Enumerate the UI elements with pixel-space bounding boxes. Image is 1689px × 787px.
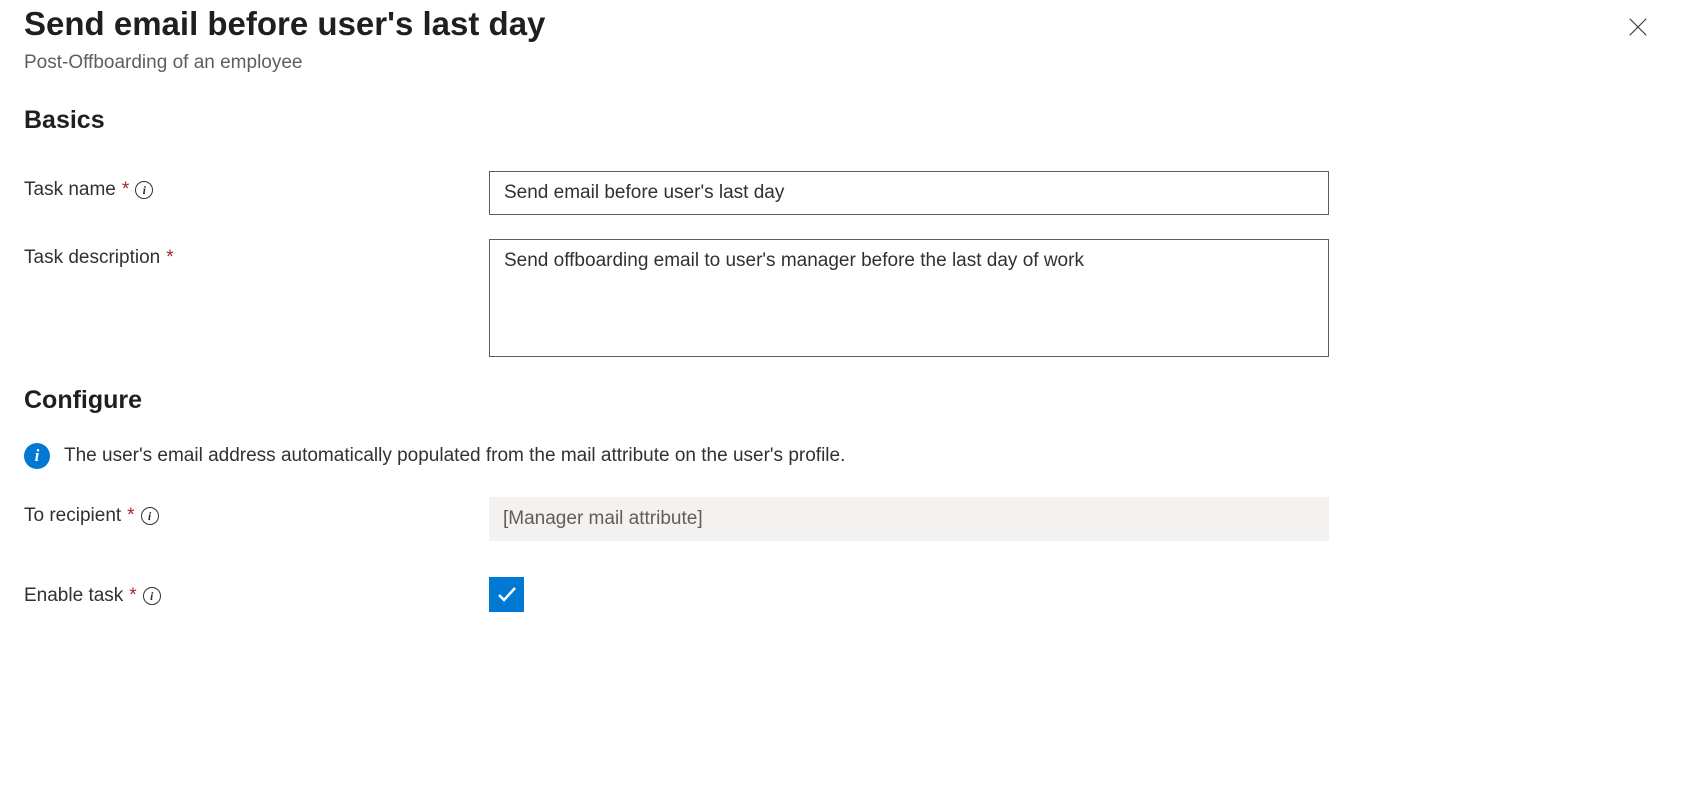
task-description-input[interactable] <box>489 239 1329 357</box>
required-indicator: * <box>166 247 173 269</box>
task-description-label: Task description * <box>24 239 489 269</box>
required-indicator: * <box>127 505 134 527</box>
section-basics-heading: Basics <box>24 106 1665 135</box>
close-icon <box>1627 16 1649 38</box>
info-icon: i <box>24 443 50 469</box>
to-recipient-label: To recipient * i <box>24 497 489 527</box>
info-icon[interactable]: i <box>141 507 159 525</box>
page-title: Send email before user's last day <box>24 4 545 44</box>
info-message-text: The user's email address automatically p… <box>64 445 845 467</box>
page-subtitle: Post-Offboarding of an employee <box>24 52 545 74</box>
required-indicator: * <box>129 585 136 607</box>
task-name-input[interactable] <box>489 171 1329 215</box>
to-recipient-field: [Manager mail attribute] <box>489 497 1329 541</box>
task-name-label: Task name * i <box>24 171 489 201</box>
checkmark-icon <box>495 582 519 606</box>
info-icon[interactable]: i <box>135 181 153 199</box>
info-icon[interactable]: i <box>143 587 161 605</box>
required-indicator: * <box>122 179 129 201</box>
enable-task-label: Enable task * i <box>24 577 489 607</box>
info-message-bar: i The user's email address automatically… <box>24 443 1665 469</box>
enable-task-checkbox[interactable] <box>489 577 524 612</box>
close-button[interactable] <box>1619 8 1657 49</box>
section-configure-heading: Configure <box>24 386 1665 415</box>
